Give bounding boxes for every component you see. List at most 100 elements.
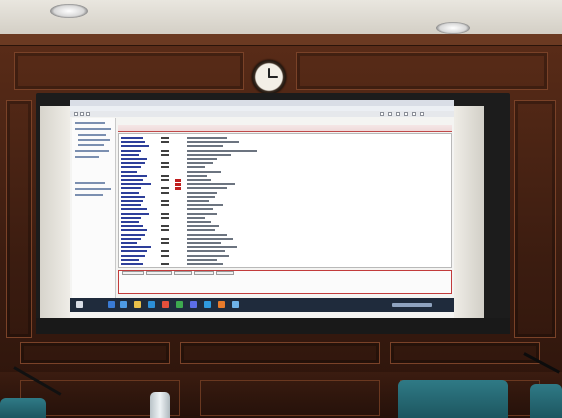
photo-scene xyxy=(0,0,562,418)
field-value xyxy=(187,195,215,198)
field-row xyxy=(121,246,451,249)
field-label xyxy=(121,195,145,198)
field-code xyxy=(161,179,169,181)
projected-toolbar-button xyxy=(412,112,416,116)
field-row xyxy=(121,141,451,144)
field-label xyxy=(121,158,147,160)
field-label xyxy=(121,153,139,156)
field-value xyxy=(187,149,257,152)
field-value xyxy=(187,204,223,207)
field-label xyxy=(121,145,149,148)
wall-clock xyxy=(252,60,286,94)
projected-toolbar-button xyxy=(388,112,392,116)
field-row xyxy=(121,200,451,203)
field-row xyxy=(121,153,451,157)
field-code xyxy=(161,191,169,194)
taskbar-app-icon xyxy=(120,301,127,308)
projected-bottom-tab xyxy=(174,271,192,275)
field-row xyxy=(121,242,451,245)
field-value xyxy=(187,229,215,232)
wall-panel-lower-3 xyxy=(390,342,540,364)
field-code xyxy=(161,216,169,219)
field-row xyxy=(121,191,451,195)
chair-back-center xyxy=(398,380,508,418)
field-code xyxy=(161,242,169,244)
projected-bottom-tab xyxy=(216,271,234,275)
field-code xyxy=(161,212,169,215)
screen-border-left xyxy=(40,106,70,324)
field-label xyxy=(121,204,141,207)
chair-back-right xyxy=(530,384,562,418)
field-row xyxy=(121,221,451,224)
wall-panel-right xyxy=(514,100,556,338)
field-value xyxy=(187,191,217,194)
chair-back-left xyxy=(0,398,46,418)
field-highlight xyxy=(175,179,181,182)
field-label xyxy=(121,246,151,249)
field-value xyxy=(187,254,229,257)
ceiling-light-right xyxy=(436,22,470,34)
projected-toolbar-button xyxy=(380,112,384,116)
taskbar-app-icon xyxy=(204,301,211,308)
wall-panel-lower-1 xyxy=(20,342,170,364)
field-value xyxy=(187,250,225,253)
projected-toolbar-button xyxy=(74,112,78,116)
field-row xyxy=(121,195,451,199)
field-label xyxy=(121,170,137,173)
field-label xyxy=(121,237,141,240)
field-label xyxy=(121,183,151,186)
field-row xyxy=(121,263,451,266)
field-row xyxy=(121,237,451,241)
field-row xyxy=(121,212,451,216)
nav-item xyxy=(75,156,99,158)
screen-border-right xyxy=(454,106,484,324)
field-value xyxy=(187,258,217,261)
taskbar-app-icon xyxy=(108,301,115,308)
field-label xyxy=(121,225,143,228)
front-panel-inset xyxy=(200,380,380,416)
field-value xyxy=(187,200,209,202)
field-row xyxy=(121,137,451,140)
field-label xyxy=(121,250,147,253)
field-code xyxy=(161,204,169,207)
field-row xyxy=(121,179,451,182)
water-bottle xyxy=(150,392,170,418)
wall-panel-top-left xyxy=(14,52,244,90)
field-label xyxy=(121,200,143,202)
field-value xyxy=(187,208,213,211)
projected-record-fields xyxy=(118,133,452,268)
nav-item xyxy=(75,128,111,130)
tray-icon xyxy=(392,303,432,307)
field-value xyxy=(187,212,217,215)
field-value xyxy=(187,225,219,228)
field-highlight xyxy=(175,183,181,187)
field-value xyxy=(187,174,207,177)
field-value xyxy=(187,242,221,244)
wall-panel-lower-2 xyxy=(180,342,380,364)
field-code xyxy=(161,229,169,232)
taskbar-app-icon xyxy=(148,301,155,308)
projected-record-header xyxy=(118,125,452,132)
field-value xyxy=(187,170,221,173)
field-label xyxy=(121,242,137,244)
field-highlight xyxy=(175,187,181,191)
nav-item xyxy=(75,122,105,124)
wall-panel-top-right xyxy=(296,52,548,90)
wall-trim xyxy=(0,34,562,46)
field-value xyxy=(187,141,239,144)
field-value xyxy=(187,221,211,223)
field-label xyxy=(121,137,143,139)
field-label xyxy=(121,166,141,169)
field-row xyxy=(121,208,451,211)
field-value xyxy=(187,263,223,265)
field-value xyxy=(187,145,223,148)
projected-toolbar-button xyxy=(420,112,424,116)
field-code xyxy=(161,237,169,240)
ceiling-light-left xyxy=(50,4,88,18)
nav-item xyxy=(78,144,104,146)
projected-toolbar-button xyxy=(80,112,84,116)
nav-item xyxy=(75,150,109,152)
nav-item xyxy=(75,182,105,184)
field-code xyxy=(161,166,169,169)
field-code xyxy=(161,225,169,228)
